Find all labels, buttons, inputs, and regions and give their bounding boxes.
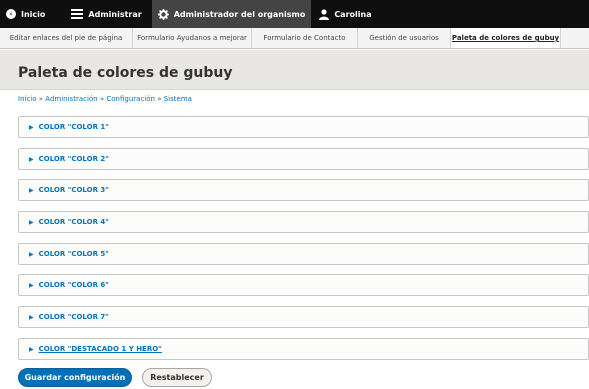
- tray-item-user-management[interactable]: Gestión de usuarios: [358, 28, 451, 48]
- toolbar-org-admin-label: Administrador del organismo: [173, 9, 306, 19]
- details-summary-label: COLOR "COLOR 7": [38, 313, 109, 321]
- details-color-highlight-hero[interactable]: ▶ COLOR "DESTACADO 1 Y HERO": [18, 338, 589, 360]
- breadcrumb-link-config[interactable]: Configuración: [106, 95, 155, 103]
- breadcrumb-link-system[interactable]: Sistema: [164, 95, 192, 103]
- hamburger-menu-icon: [71, 9, 84, 19]
- save-configuration-button[interactable]: Guardar configuración: [18, 368, 132, 387]
- expand-triangle-icon: ▶: [29, 313, 34, 321]
- details-color-7[interactable]: ▶ COLOR "COLOR 7": [18, 306, 589, 328]
- breadcrumb: Inicio » Administración » Configuración …: [18, 95, 192, 103]
- toolbar-user-label: Carolina: [334, 9, 372, 19]
- details-summary-label: COLOR "COLOR 3": [38, 186, 109, 194]
- details-color-3[interactable]: ▶ COLOR "COLOR 3": [18, 179, 589, 201]
- toolbar-home-label: Inicio: [21, 9, 46, 19]
- tray-item-feedback-form[interactable]: Formulario Ayudanos a mejorar: [133, 28, 252, 48]
- toolbar-user-menu[interactable]: Carolina: [313, 0, 377, 28]
- breadcrumb-link-admin[interactable]: Administración: [45, 95, 97, 103]
- details-summary-label: COLOR "COLOR 6": [38, 281, 109, 289]
- breadcrumb-separator: »: [38, 95, 44, 103]
- details-summary-label: COLOR "DESTACADO 1 Y HERO": [38, 345, 162, 353]
- toolbar-org-admin-menu[interactable]: Administrador del organismo: [151, 0, 312, 28]
- back-arrow-icon: ‹: [6, 9, 16, 19]
- reset-button[interactable]: Restablecer: [142, 368, 212, 387]
- tray-item-color-palette[interactable]: Paleta de colores de gubuy: [451, 28, 561, 48]
- details-summary-label: COLOR "COLOR 1": [38, 123, 109, 131]
- page-title: Paleta de colores de gubuy: [18, 65, 233, 81]
- expand-triangle-icon: ▶: [29, 250, 34, 258]
- expand-triangle-icon: ▶: [29, 186, 34, 194]
- breadcrumb-link-home[interactable]: Inicio: [18, 95, 37, 103]
- toolbar-admin-label: Administrar: [88, 9, 142, 19]
- toolbar-home-link[interactable]: ‹ Inicio: [0, 0, 51, 28]
- details-color-6[interactable]: ▶ COLOR "COLOR 6": [18, 274, 589, 296]
- expand-triangle-icon: ▶: [29, 218, 34, 226]
- expand-triangle-icon: ▶: [29, 155, 34, 163]
- user-icon: [319, 8, 330, 20]
- breadcrumb-separator: »: [99, 95, 105, 103]
- details-summary-label: COLOR "COLOR 2": [38, 155, 109, 163]
- details-summary-label: COLOR "COLOR 4": [38, 218, 109, 226]
- expand-triangle-icon: ▶: [29, 123, 34, 131]
- tray-item-contact-form[interactable]: Formulario de Contacto: [252, 28, 358, 48]
- details-color-5[interactable]: ▶ COLOR "COLOR 5": [18, 243, 589, 265]
- details-color-4[interactable]: ▶ COLOR "COLOR 4": [18, 211, 589, 233]
- toolbar-admin-menu[interactable]: Administrar: [65, 0, 147, 28]
- tray-item-footer-links[interactable]: Editar enlaces del pie de página: [0, 28, 133, 48]
- toolbar-tray: Editar enlaces del pie de página Formula…: [0, 28, 589, 49]
- details-summary-label: COLOR "COLOR 5": [38, 250, 109, 258]
- expand-triangle-icon: ▶: [29, 345, 34, 353]
- admin-toolbar: ‹ Inicio Administrar Administrador del o…: [0, 0, 589, 28]
- expand-triangle-icon: ▶: [29, 281, 34, 289]
- details-color-2[interactable]: ▶ COLOR "COLOR 2": [18, 148, 589, 170]
- gear-icon: [157, 8, 169, 20]
- details-color-1[interactable]: ▶ COLOR "COLOR 1": [18, 116, 589, 138]
- breadcrumb-separator: »: [157, 95, 162, 103]
